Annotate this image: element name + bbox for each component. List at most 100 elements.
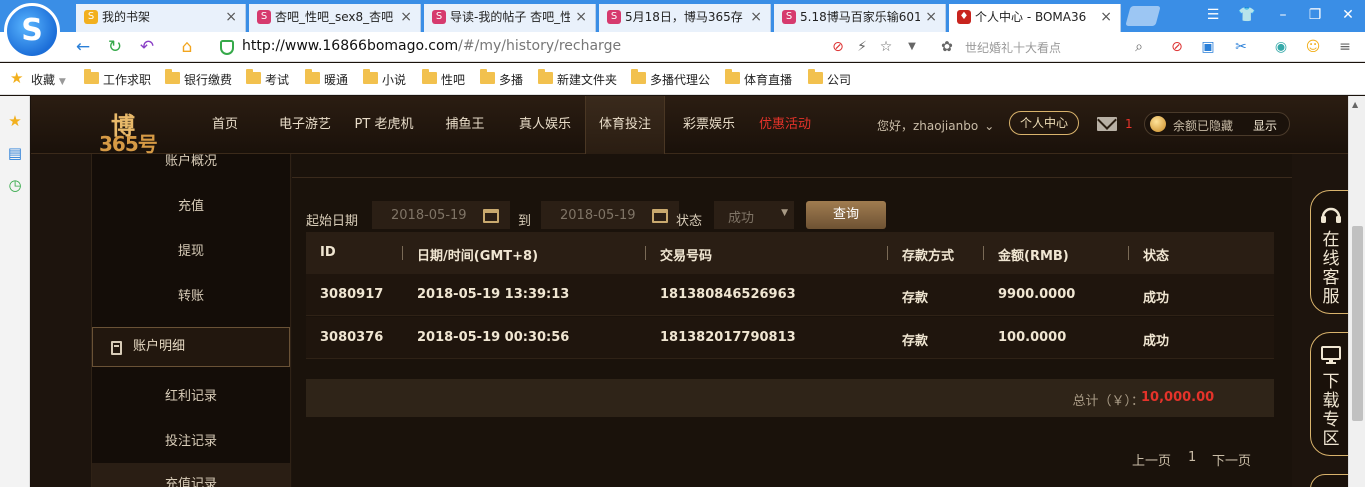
security-shield-icon[interactable] xyxy=(220,40,234,55)
table-header: ID 日期/时间(GMT+8) 交易号码 存款方式 金额(RMB) 状态 xyxy=(306,232,1274,274)
cell-method: 存款 xyxy=(902,291,929,306)
emoji-icon[interactable]: ☺ xyxy=(1304,38,1322,56)
bookmark-folder[interactable]: 性吧 xyxy=(422,69,465,88)
bookmark-folder[interactable]: 新建文件夹 xyxy=(538,69,617,88)
sidebar-item-account-overview[interactable]: 账户概况 xyxy=(92,140,290,184)
mail-icon[interactable] xyxy=(1097,117,1117,131)
bookmark-folder[interactable]: 公司 xyxy=(808,69,851,88)
bookmark-folder[interactable]: 银行缴费 xyxy=(165,69,232,88)
status-select[interactable]: 成功 ▼ xyxy=(714,201,794,229)
bookmark-folder[interactable]: 多播 xyxy=(480,69,523,88)
nav-fishing[interactable]: 捕鱼王 xyxy=(435,96,495,154)
next-page-link[interactable]: 下一页 xyxy=(1212,450,1251,469)
reader-icon[interactable]: ▤ xyxy=(6,144,24,162)
folder-icon xyxy=(422,69,437,84)
personal-center-button[interactable]: 个人中心 xyxy=(1009,111,1079,135)
nav-lottery[interactable]: 彩票娱乐 xyxy=(671,96,747,154)
close-icon[interactable]: × xyxy=(925,4,937,30)
scroll-thumb[interactable] xyxy=(1352,226,1363,421)
refresh-icon[interactable]: ↻ xyxy=(104,36,126,58)
end-date-input[interactable]: 2018-05-19 xyxy=(541,201,679,229)
calendar-icon[interactable] xyxy=(483,209,499,223)
chevron-down-icon[interactable]: ▼ xyxy=(903,38,921,56)
favorites-star-icon[interactable]: ★ xyxy=(6,112,24,130)
download-zone-button[interactable]: 下载专区 xyxy=(1310,332,1348,456)
browser-tab-active[interactable]: ♦ 个人中心 - BOMA36 × xyxy=(949,4,1121,32)
search-icon[interactable]: ⌕ xyxy=(1130,38,1148,56)
browser-tab[interactable]: S 导读-我的帖子 杏吧_性 × xyxy=(424,4,596,32)
tab-favicon-icon: S xyxy=(782,10,796,24)
status-label: 状态 xyxy=(676,214,703,229)
skin-icon[interactable]: 👕 xyxy=(1236,4,1258,26)
nav-live-casino[interactable]: 真人娱乐 xyxy=(509,96,581,154)
minimize-icon[interactable]: – xyxy=(1272,4,1294,26)
bookmark-label: 考试 xyxy=(265,73,290,87)
sogou-browser-logo[interactable]: S xyxy=(4,3,60,59)
undo-icon[interactable]: ↶ xyxy=(136,36,158,58)
bookmark-folder[interactable]: 暖通 xyxy=(305,69,348,88)
home-icon[interactable]: ⌂ xyxy=(176,36,198,58)
scissors-icon[interactable]: ✂ xyxy=(1232,38,1250,56)
calculator-icon xyxy=(111,341,122,355)
close-icon[interactable]: × xyxy=(225,4,237,30)
star-icon[interactable]: ☆ xyxy=(877,38,895,56)
browser-tab[interactable]: S 5.18博马百家乐输601 × xyxy=(774,4,946,32)
close-icon[interactable]: × xyxy=(750,4,762,30)
history-clock-icon[interactable]: ◷ xyxy=(6,176,24,194)
bookmark-favorites[interactable]: 收藏 ▼ xyxy=(12,71,66,88)
tab-label: 5.18博马百家乐输601 xyxy=(800,10,920,24)
sidebar-item-bet-records[interactable]: 投注记录 xyxy=(92,420,290,464)
more-icon[interactable]: ≡ xyxy=(1336,38,1354,56)
browser-tab[interactable]: S 5月18日，博马365存 × xyxy=(599,4,771,32)
sidebar-section-account-details[interactable]: 账户明细 xyxy=(92,327,290,367)
calendar-icon[interactable] xyxy=(652,209,668,223)
maximize-icon[interactable]: ❐ xyxy=(1304,4,1326,26)
bookmark-folder[interactable]: 工作求职 xyxy=(84,69,151,88)
cell-datetime: 2018-05-19 00:30:56 xyxy=(417,330,570,345)
tab-favicon-icon: S xyxy=(607,10,621,24)
show-balance-button[interactable]: 显示 xyxy=(1253,117,1277,134)
scroll-up-icon[interactable]: ▲ xyxy=(1352,100,1358,109)
folder-icon xyxy=(84,69,99,84)
content-divider xyxy=(292,154,1292,178)
translate-icon[interactable]: ◉ xyxy=(1272,38,1290,56)
menu-icon[interactable]: ☰ xyxy=(1202,4,1224,26)
online-service-button[interactable]: 在线客服 xyxy=(1310,190,1348,314)
browser-tab[interactable]: S 我的书架 × xyxy=(76,4,246,32)
sidebar-item-transfer[interactable]: 转账 xyxy=(92,275,290,319)
page-number[interactable]: 1 xyxy=(1188,450,1196,465)
bookmark-folder[interactable]: 体育直播 xyxy=(725,69,792,88)
start-date-input[interactable]: 2018-05-19 xyxy=(372,201,510,229)
sidebar-item-deposit-records[interactable]: 充值记录 xyxy=(92,463,290,487)
nav-sports-betting[interactable]: 体育投注 xyxy=(585,96,665,154)
search-input[interactable]: 世纪婚礼十大看点 xyxy=(965,39,1061,56)
window-close-icon[interactable]: ✕ xyxy=(1337,4,1359,26)
browser-tab[interactable]: S 杏吧_性吧_sex8_杏吧 × xyxy=(249,4,421,32)
block-icon[interactable]: ⊘ xyxy=(1168,38,1186,56)
tab-favicon-icon: S xyxy=(432,10,446,24)
bookmark-label: 收藏 xyxy=(31,73,56,87)
new-tab-button[interactable] xyxy=(1125,6,1161,26)
nav-promotions[interactable]: 优惠活动 xyxy=(751,96,819,154)
extension-icon[interactable]: ▣ xyxy=(1199,38,1217,56)
close-icon[interactable]: × xyxy=(400,4,412,30)
close-icon[interactable]: × xyxy=(575,4,587,30)
bookmark-folder[interactable]: 小说 xyxy=(363,69,406,88)
url-field[interactable]: http://www.16866bomago.com/#/my/history/… xyxy=(242,38,621,54)
back-icon[interactable]: ← xyxy=(72,36,94,58)
column-header: 交易号码 xyxy=(660,249,713,264)
sidebar-item-bonus-records[interactable]: 红利记录 xyxy=(92,375,290,419)
adblock-icon[interactable]: ⊘ xyxy=(829,38,847,56)
sidebar-item-withdraw[interactable]: 提现 xyxy=(92,230,290,274)
sidebar-item-deposit[interactable]: 充值 xyxy=(92,185,290,229)
nav-pt-slots[interactable]: PT 老虎机 xyxy=(347,96,421,154)
user-greeting[interactable]: 您好，zhaojianbo ⌄ xyxy=(877,117,994,134)
close-icon[interactable]: × xyxy=(1100,4,1112,30)
prev-page-link[interactable]: 上一页 xyxy=(1132,450,1171,469)
bookmark-folder[interactable]: 考试 xyxy=(246,69,290,88)
lightning-icon[interactable]: ⚡ xyxy=(853,38,871,56)
float-panel-more[interactable] xyxy=(1310,474,1348,487)
query-button[interactable]: 查询 xyxy=(806,201,886,229)
bookmark-folder[interactable]: 多播代理公 xyxy=(631,69,710,88)
page-scrollbar[interactable]: ▲ xyxy=(1348,96,1365,487)
